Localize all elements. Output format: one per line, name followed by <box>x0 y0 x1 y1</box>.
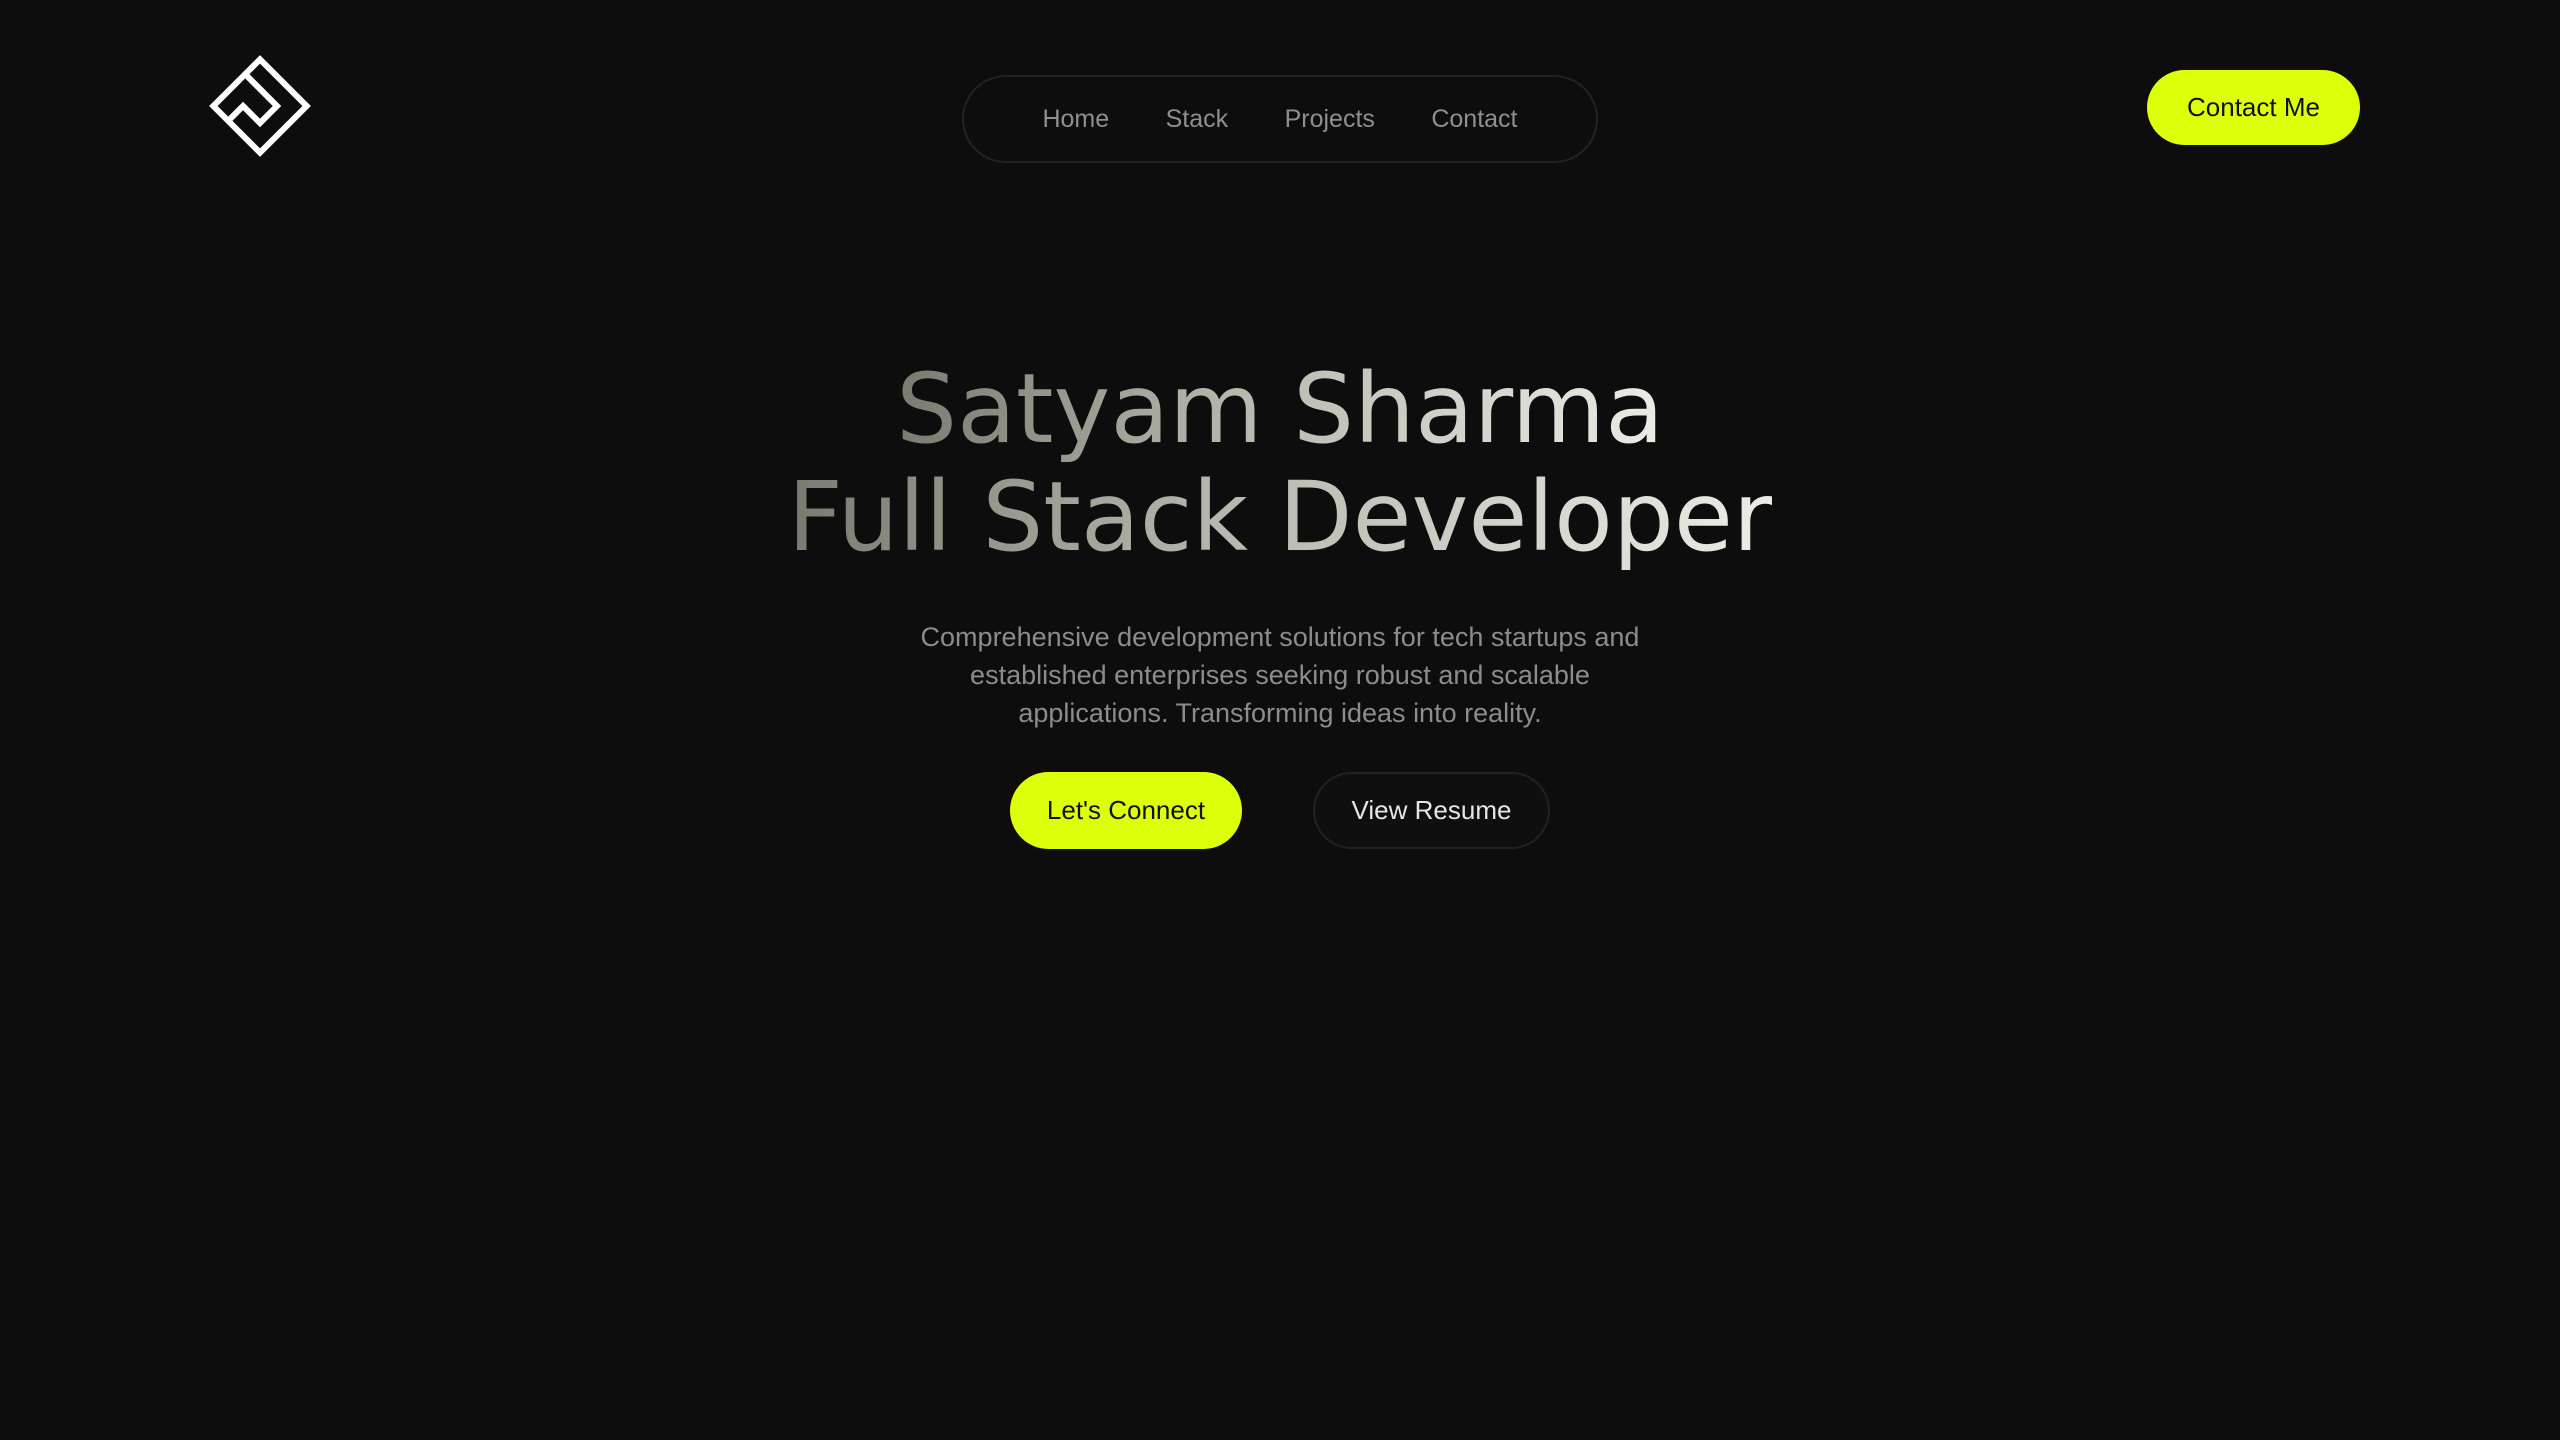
nav-item-home[interactable]: Home <box>1042 105 1109 134</box>
hero-title: Satyam Sharma Full Stack Developer <box>0 355 2560 571</box>
contact-me-button[interactable]: Contact Me <box>2147 70 2360 145</box>
page: Home Stack Projects Contact Contact Me S… <box>0 0 2560 1440</box>
nav-item-contact[interactable]: Contact <box>1431 105 1517 134</box>
nav-item-stack[interactable]: Stack <box>1166 105 1229 134</box>
hero-name: Satyam Sharma <box>896 353 1664 465</box>
nav-item-projects[interactable]: Projects <box>1285 105 1375 134</box>
view-resume-button[interactable]: View Resume <box>1313 772 1550 849</box>
logo-icon[interactable] <box>208 54 312 158</box>
hero-description: Comprehensive development solutions for … <box>920 622 1640 728</box>
lets-connect-button[interactable]: Let's Connect <box>1010 772 1242 849</box>
hero-role: Full Stack Developer <box>787 461 1773 573</box>
main-nav: Home Stack Projects Contact <box>962 75 1598 163</box>
diamond-s-logo-icon <box>209 55 311 157</box>
